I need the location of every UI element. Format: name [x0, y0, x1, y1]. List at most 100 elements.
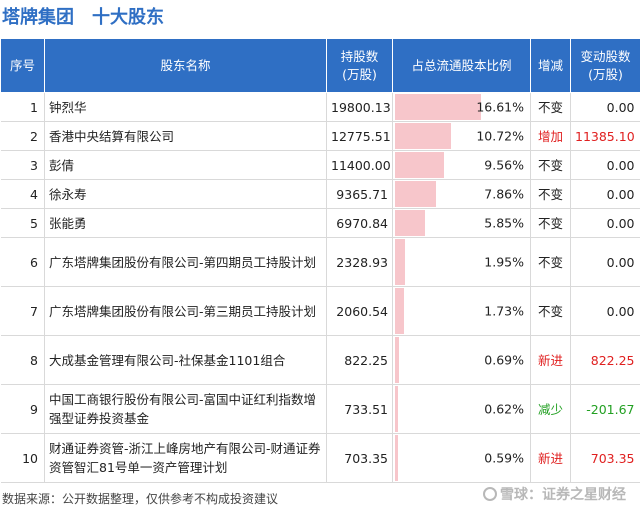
- share-change: 0.00: [570, 286, 640, 336]
- ratio-bar: [395, 94, 481, 120]
- row-index: 10: [0, 433, 45, 483]
- change-status: 不变: [530, 179, 571, 209]
- shareholder-name: 徐永寿: [44, 179, 327, 209]
- ratio-bar: [395, 181, 436, 207]
- header-change: 增减: [530, 38, 571, 93]
- ratio-value: 0.62%: [484, 401, 524, 417]
- header-shares: 持股数 (万股): [326, 38, 393, 93]
- shareholder-name: 广东塔牌集团股份有限公司-第三期员工持股计划: [44, 286, 327, 336]
- change-status: 新进: [530, 335, 571, 385]
- ratio-bar: [395, 123, 451, 149]
- shares-held: 2328.93: [326, 237, 393, 287]
- share-change: 703.35: [570, 433, 640, 483]
- change-status: 不变: [530, 237, 571, 287]
- share-change: 0.00: [570, 150, 640, 180]
- shares-held: 9365.71: [326, 179, 393, 209]
- share-change: 822.25: [570, 335, 640, 385]
- ratio-bar: [395, 435, 399, 481]
- table-row: 5 张能勇 6970.84 5.85% 不变 0.00: [0, 208, 640, 238]
- header-index: 序号: [0, 38, 45, 93]
- ratio-cell: 1.73%: [392, 286, 531, 336]
- change-status: 增加: [530, 121, 571, 151]
- ratio-bar: [395, 288, 404, 334]
- table-row: 2 香港中央结算有限公司 12775.51 10.72% 增加 11385.10: [0, 121, 640, 151]
- table-row: 1 钟烈华 19800.13 16.61% 不变 0.00: [0, 92, 640, 122]
- ratio-value: 0.59%: [484, 450, 524, 466]
- data-source-note: 数据来源：公开数据整理，仅供参考不构成投资建议: [2, 492, 279, 506]
- ratio-cell: 0.69%: [392, 335, 531, 385]
- shareholder-name: 财通证券资管-浙江上峰房地产有限公司-财通证券资管智汇81号单一资产管理计划: [44, 433, 327, 483]
- ratio-value: 9.56%: [484, 157, 524, 173]
- change-status: 不变: [530, 208, 571, 238]
- ratio-cell: 0.62%: [392, 384, 531, 434]
- shares-held: 703.35: [326, 433, 393, 483]
- ratio-value: 1.73%: [484, 303, 524, 319]
- row-index: 1: [0, 92, 45, 122]
- ratio-bar: [395, 386, 399, 432]
- header-name: 股东名称: [44, 38, 327, 93]
- ratio-cell: 5.85%: [392, 208, 531, 238]
- company-title: 塔牌集团: [2, 7, 74, 28]
- table-row: 10 财通证券资管-浙江上峰房地产有限公司-财通证券资管智汇81号单一资产管理计划…: [0, 433, 640, 483]
- shareholder-name: 中国工商银行股份有限公司-富国中证红利指数增强型证券投资基金: [44, 384, 327, 434]
- shareholder-name: 张能勇: [44, 208, 327, 238]
- shares-held: 2060.54: [326, 286, 393, 336]
- shares-held: 12775.51: [326, 121, 393, 151]
- shares-held: 733.51: [326, 384, 393, 434]
- table-row: 4 徐永寿 9365.71 7.86% 不变 0.00: [0, 179, 640, 209]
- watermark: 雪球：证券之星财经: [483, 484, 626, 504]
- subject-title: 十大股东: [92, 7, 164, 28]
- table-header-row: 序号 股东名称 持股数 (万股) 占总流通股本比例 增减 变动股数 (万股): [0, 38, 640, 93]
- share-change: 0.00: [570, 92, 640, 122]
- watermark-text: 雪球：证券之星财经: [500, 487, 626, 503]
- ratio-value: 5.85%: [484, 215, 524, 231]
- change-status: 减少: [530, 384, 571, 434]
- ratio-bar: [395, 337, 399, 383]
- share-change: 0.00: [570, 179, 640, 209]
- shareholder-name: 香港中央结算有限公司: [44, 121, 327, 151]
- change-status: 新进: [530, 433, 571, 483]
- share-change: 11385.10: [570, 121, 640, 151]
- row-index: 4: [0, 179, 45, 209]
- ratio-cell: 1.95%: [392, 237, 531, 287]
- change-status: 不变: [530, 286, 571, 336]
- header-ratio: 占总流通股本比例: [392, 38, 531, 93]
- row-index: 2: [0, 121, 45, 151]
- row-index: 7: [0, 286, 45, 336]
- ratio-bar: [395, 210, 426, 236]
- ratio-bar: [395, 239, 406, 285]
- ratio-cell: 16.61%: [392, 92, 531, 122]
- ratio-value: 16.61%: [476, 99, 524, 115]
- ratio-cell: 10.72%: [392, 121, 531, 151]
- header-delta: 变动股数 (万股): [570, 38, 640, 93]
- table-row: 3 彭倩 11400.00 9.56% 不变 0.00: [0, 150, 640, 180]
- change-status: 不变: [530, 92, 571, 122]
- row-index: 6: [0, 237, 45, 287]
- ratio-cell: 9.56%: [392, 150, 531, 180]
- row-index: 3: [0, 150, 45, 180]
- shareholder-name: 钟烈华: [44, 92, 327, 122]
- snowball-logo-icon: [483, 487, 497, 501]
- row-index: 8: [0, 335, 45, 385]
- shareholder-name: 广东塔牌集团股份有限公司-第四期员工持股计划: [44, 237, 327, 287]
- ratio-value: 10.72%: [476, 128, 524, 144]
- table-row: 6 广东塔牌集团股份有限公司-第四期员工持股计划 2328.93 1.95% 不变 0.0…: [0, 237, 640, 287]
- shares-held: 11400.00: [326, 150, 393, 180]
- title-bar: 塔牌集团 十大股东: [0, 0, 640, 34]
- shares-held: 19800.13: [326, 92, 393, 122]
- top-shareholders-table: 序号 股东名称 持股数 (万股) 占总流通股本比例 增减 变动股数 (万股) 1…: [0, 38, 640, 483]
- share-change: -201.67: [570, 384, 640, 434]
- ratio-cell: 0.59%: [392, 433, 531, 483]
- ratio-bar: [395, 152, 445, 178]
- table-row: 8 大成基金管理有限公司-社保基金1101组合 822.25 0.69% 新进 822.2…: [0, 335, 640, 385]
- ratio-value: 1.95%: [484, 254, 524, 270]
- table-row: 9 中国工商银行股份有限公司-富国中证红利指数增强型证券投资基金 733.51 0.6…: [0, 384, 640, 434]
- share-change: 0.00: [570, 237, 640, 287]
- change-status: 不变: [530, 150, 571, 180]
- ratio-value: 7.86%: [484, 186, 524, 202]
- share-change: 0.00: [570, 208, 640, 238]
- row-index: 9: [0, 384, 45, 434]
- table-row: 7 广东塔牌集团股份有限公司-第三期员工持股计划 2060.54 1.73% 不变 0.0…: [0, 286, 640, 336]
- row-index: 5: [0, 208, 45, 238]
- shareholder-name: 大成基金管理有限公司-社保基金1101组合: [44, 335, 327, 385]
